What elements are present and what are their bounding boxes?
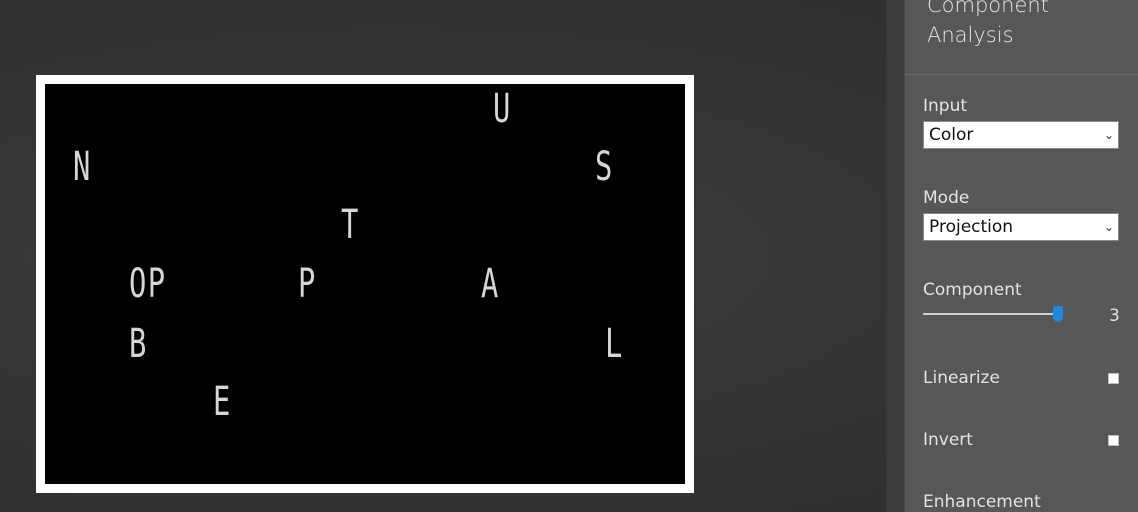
- linearize-label: Linearize: [923, 368, 1000, 388]
- chevron-down-icon: ⌄: [1103, 128, 1114, 142]
- input-label: Input: [923, 96, 968, 116]
- invert-checkbox[interactable]: [1108, 435, 1119, 446]
- invert-label: Invert: [923, 430, 973, 450]
- component-slider-thumb[interactable]: [1053, 306, 1063, 322]
- input-select[interactable]: Color ⌄: [923, 121, 1119, 149]
- component-label: Component: [923, 280, 1022, 300]
- glyph-u: U: [493, 86, 512, 132]
- mode-select[interactable]: Projection ⌄: [923, 213, 1119, 241]
- input-select-value: Color: [929, 125, 974, 145]
- linearize-checkbox[interactable]: [1108, 373, 1119, 384]
- glyph-b: B: [129, 321, 148, 367]
- glyph-n: N: [73, 144, 92, 190]
- enhancement-label: Enhancement: [923, 492, 1041, 512]
- component-slider-track[interactable]: [923, 313, 1063, 315]
- glyph-t: T: [341, 202, 360, 248]
- glyph-s: S: [595, 144, 614, 190]
- glyph-l: L: [605, 321, 624, 367]
- chevron-down-icon: ⌄: [1103, 220, 1114, 234]
- glyph-a: A: [481, 261, 500, 307]
- component-analysis-panel: Component Analysis Input Color ⌄ Mode Pr…: [904, 0, 1138, 512]
- canvas-area[interactable]: U N S T OP P A B L E: [0, 0, 886, 512]
- glyph-e: E: [213, 379, 232, 425]
- glyph-op: OP: [129, 261, 167, 307]
- glyph-p: P: [298, 261, 317, 307]
- panel-title-divider: [905, 74, 1138, 75]
- component-value: 3: [1109, 306, 1120, 326]
- image-display[interactable]: U N S T OP P A B L E: [45, 84, 685, 484]
- mode-label: Mode: [923, 188, 970, 208]
- image-frame: U N S T OP P A B L E: [36, 75, 694, 493]
- canvas-scrollbar[interactable]: [886, 0, 904, 512]
- panel-title: Component Analysis: [927, 0, 1049, 47]
- mode-select-value: Projection: [929, 217, 1014, 237]
